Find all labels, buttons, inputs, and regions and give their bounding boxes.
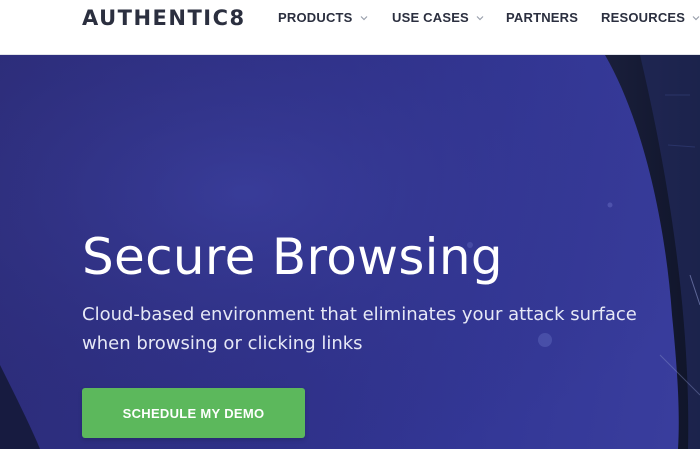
chevron-down-icon — [360, 15, 367, 20]
nav-item-resources[interactable]: RESOURCES — [601, 10, 700, 25]
nav-item-products[interactable]: PRODUCTS — [278, 10, 369, 25]
hero-subtitle: Cloud-based environment that eliminates … — [82, 304, 637, 354]
page-title: Secure Browsing — [82, 228, 503, 286]
nav-item-label: RESOURCES — [601, 10, 686, 25]
nav-item-label: USE CASES — [392, 10, 469, 25]
chevron-down-icon — [476, 15, 484, 20]
hero-section: Secure Browsing Cloud-based environment … — [0, 55, 700, 449]
page: AUTHENTIC8 PRODUCTS USE CASES PARTNERS R… — [0, 0, 700, 449]
site-header: AUTHENTIC8 PRODUCTS USE CASES PARTNERS R… — [0, 0, 700, 55]
nav-item-use-cases[interactable]: USE CASES — [392, 10, 485, 25]
nav-item-partners[interactable]: PARTNERS — [506, 10, 578, 25]
schedule-demo-button[interactable]: SCHEDULE MY DEMO — [82, 388, 305, 438]
nav-item-label: PARTNERS — [506, 10, 579, 25]
chevron-down-icon — [692, 15, 700, 20]
main-nav: PRODUCTS USE CASES PARTNERS RESOURCES — [0, 0, 700, 36]
nav-item-label: PRODUCTS — [278, 10, 353, 25]
